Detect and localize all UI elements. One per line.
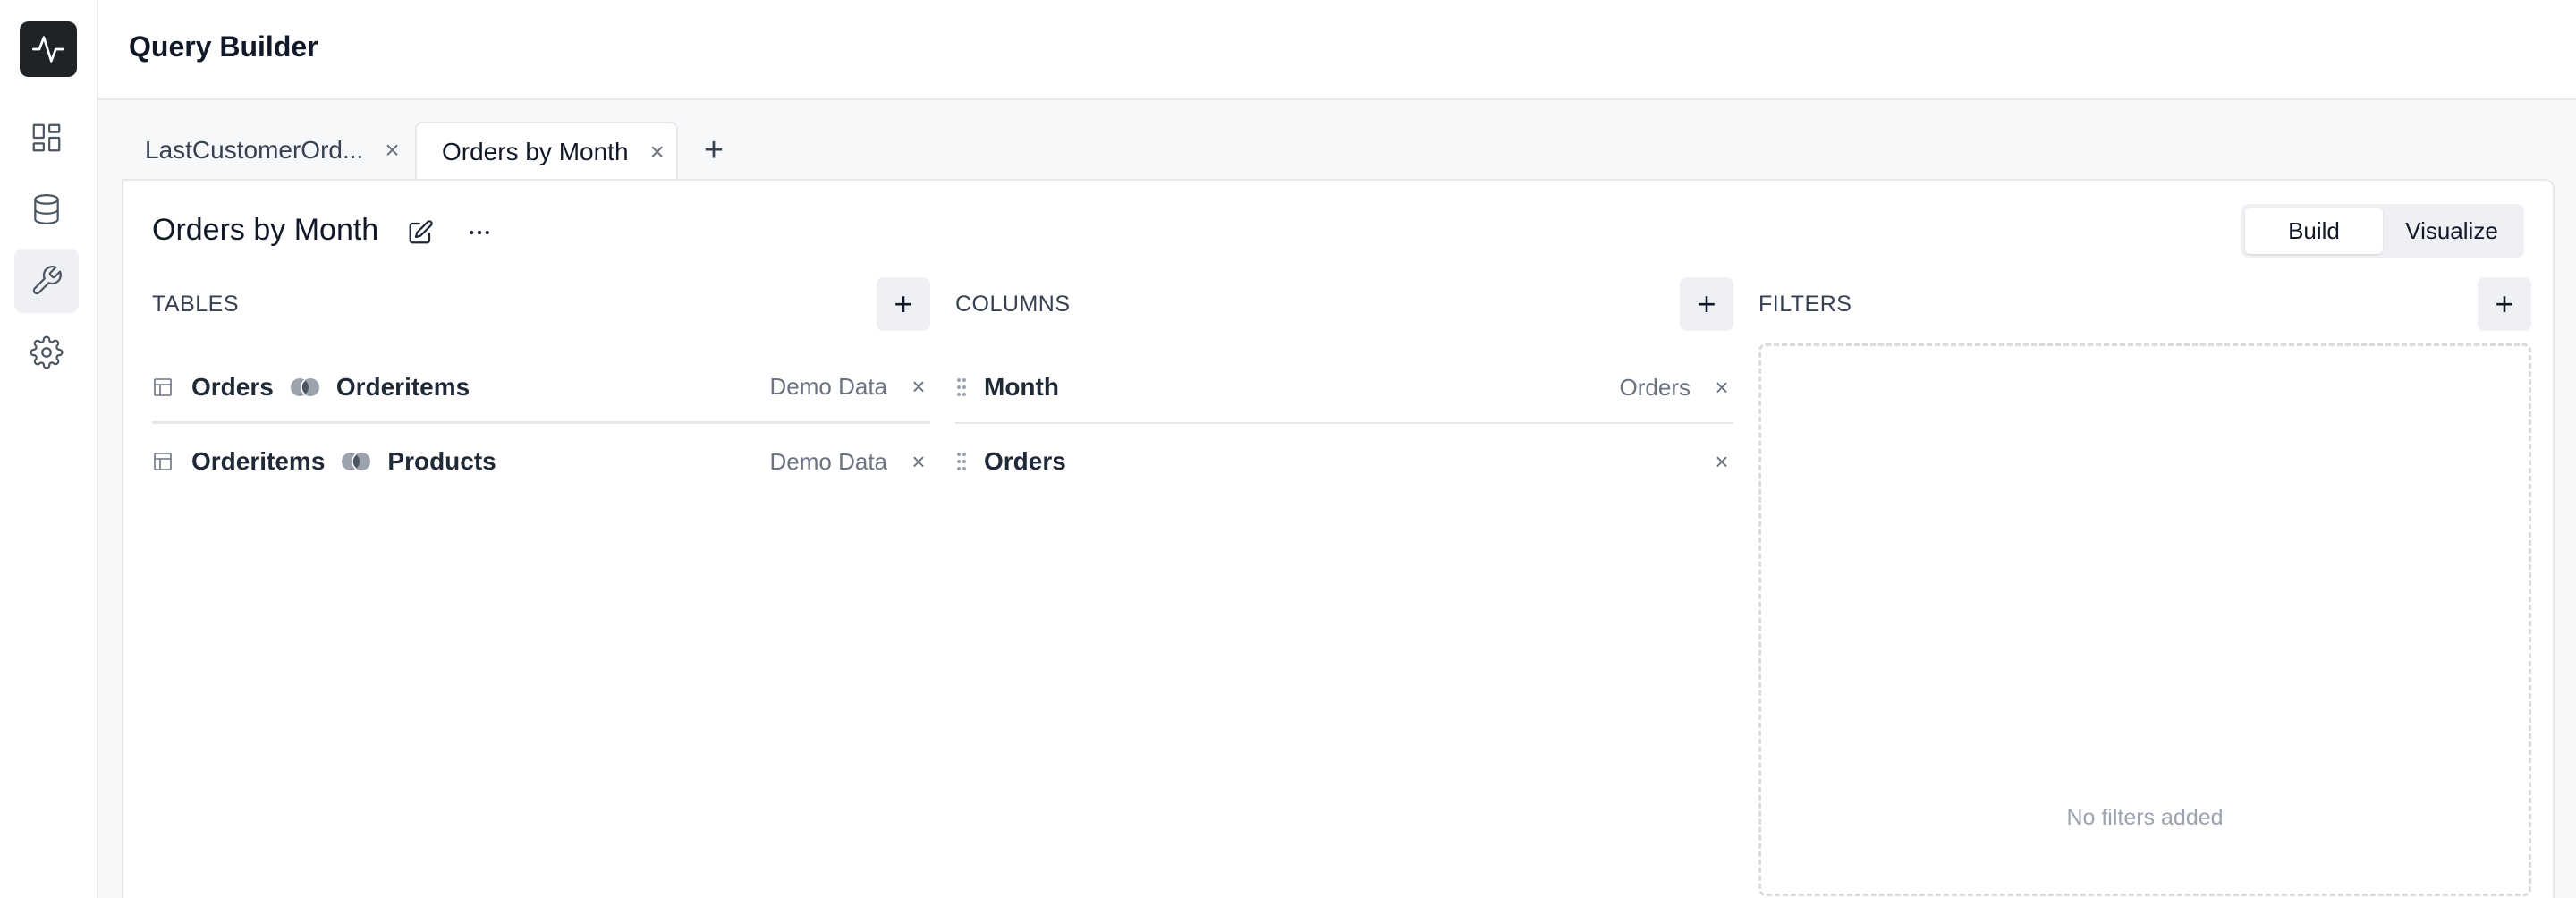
right-table-name: Orderitems bbox=[335, 372, 470, 401]
tab-label: LastCustomerOrd... bbox=[145, 136, 364, 164]
tab-last-customer-orders[interactable]: LastCustomerOrd... × bbox=[120, 122, 406, 179]
data-source-label: Demo Data bbox=[769, 447, 888, 475]
remove-table-button[interactable]: × bbox=[907, 448, 930, 476]
left-table-name: Orders bbox=[191, 372, 274, 401]
drag-handle-icon[interactable] bbox=[955, 376, 970, 399]
visualize-mode-button[interactable]: Visualize bbox=[2383, 208, 2521, 254]
sidebar-item-dashboards[interactable] bbox=[14, 106, 79, 170]
filters-header: FILTERS + bbox=[1758, 277, 2531, 331]
tab-label: Orders by Month bbox=[442, 138, 629, 165]
add-column-button[interactable]: + bbox=[1680, 277, 1733, 331]
top-header: Query Builder bbox=[98, 0, 2576, 100]
database-icon bbox=[34, 194, 59, 224]
main-area: LastCustomerOrd... × Orders by Month × +… bbox=[98, 100, 2576, 898]
columns-header: COLUMNS + bbox=[955, 277, 1733, 331]
query-panel: Orders by Month Build Visualize TABLES +… bbox=[122, 179, 2555, 898]
table-icon bbox=[152, 450, 175, 473]
more-horizontal-icon bbox=[470, 230, 489, 235]
remove-column-button[interactable]: × bbox=[1710, 374, 1733, 402]
filters-empty-message: No filters added bbox=[2066, 805, 2224, 830]
wrench-icon bbox=[32, 266, 62, 295]
sidebar-item-data-sources[interactable] bbox=[14, 177, 79, 241]
more-options-button[interactable] bbox=[463, 216, 496, 249]
sidebar-item-settings[interactable] bbox=[14, 320, 79, 385]
column-name: Orders bbox=[984, 447, 1066, 475]
column-source-label: Orders bbox=[1619, 373, 1690, 401]
page-title: Query Builder bbox=[129, 30, 318, 63]
columns-title: COLUMNS bbox=[955, 292, 1071, 317]
data-source-label: Demo Data bbox=[769, 373, 888, 400]
remove-table-button[interactable]: × bbox=[907, 373, 930, 401]
dashboard-icon bbox=[32, 123, 61, 152]
mode-toggle: Build Visualize bbox=[2241, 204, 2524, 258]
tables-title: TABLES bbox=[152, 292, 240, 317]
columns-section: COLUMNS + Month Orders × Orders × bbox=[955, 277, 1733, 898]
app-logo[interactable] bbox=[20, 21, 77, 77]
add-table-button[interactable]: + bbox=[877, 277, 930, 331]
left-table-name: Orderitems bbox=[191, 447, 326, 475]
column-row[interactable]: Month Orders × bbox=[955, 352, 1733, 424]
app: Query Builder LastCustomerOrd... × Order… bbox=[0, 0, 2576, 898]
build-mode-button[interactable]: Build bbox=[2245, 208, 2383, 254]
table-join-row[interactable]: Orders Orderitems Demo Data × bbox=[152, 352, 930, 424]
query-title: Orders by Month bbox=[152, 213, 379, 247]
close-icon[interactable]: × bbox=[650, 140, 665, 165]
activity-icon bbox=[32, 36, 64, 63]
tables-section: TABLES + Orders Orderitems Demo Data × O… bbox=[152, 277, 930, 898]
column-name: Month bbox=[984, 373, 1059, 401]
tab-orders-by-month[interactable]: Orders by Month × bbox=[415, 122, 678, 181]
add-tab-button[interactable]: + bbox=[685, 122, 742, 179]
right-table-name: Products bbox=[387, 447, 496, 475]
table-icon bbox=[152, 376, 175, 399]
edit-icon bbox=[409, 220, 433, 244]
sidebar-item-query-builder[interactable] bbox=[14, 249, 79, 313]
inner-join-icon[interactable] bbox=[288, 376, 322, 399]
drag-handle-icon[interactable] bbox=[955, 450, 970, 473]
table-join-row[interactable]: Orderitems Products Demo Data × bbox=[152, 426, 930, 497]
add-filter-button[interactable]: + bbox=[2478, 277, 2531, 331]
sidebar bbox=[0, 0, 98, 898]
close-icon[interactable]: × bbox=[385, 138, 399, 163]
edit-title-button[interactable] bbox=[404, 216, 436, 249]
inner-join-icon[interactable] bbox=[339, 450, 373, 473]
gear-icon bbox=[30, 335, 64, 369]
column-row[interactable]: Orders × bbox=[955, 426, 1733, 497]
tables-header: TABLES + bbox=[152, 277, 930, 331]
filters-title: FILTERS bbox=[1758, 292, 1852, 317]
filters-section: FILTERS + No filters added bbox=[1758, 277, 2531, 898]
remove-column-button[interactable]: × bbox=[1710, 448, 1733, 476]
